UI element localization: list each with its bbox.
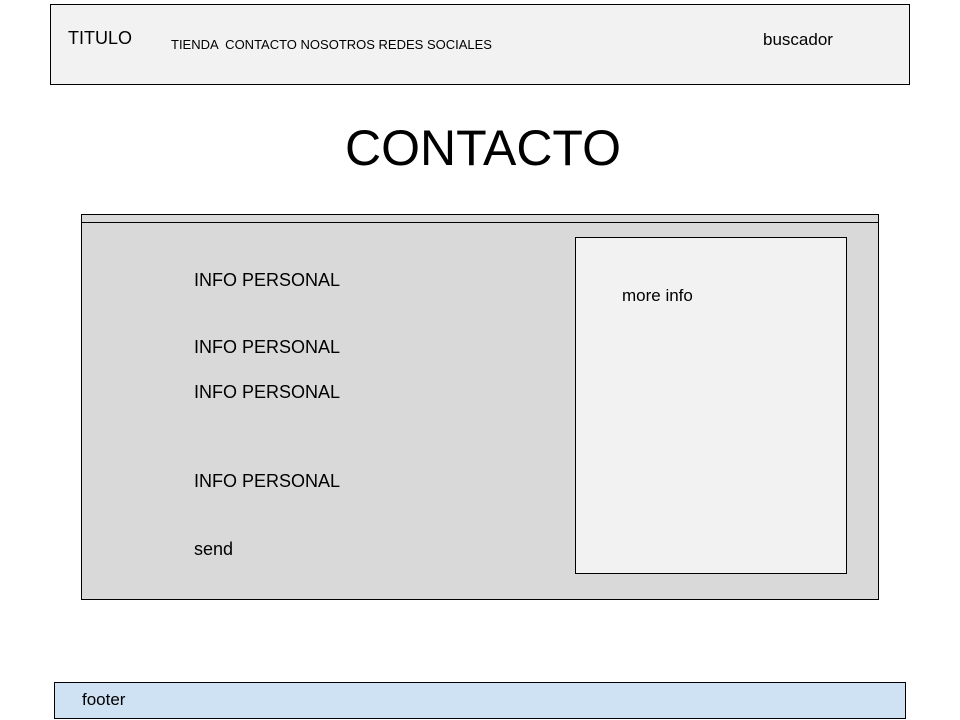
personal-info-field-4[interactable]: INFO PERSONAL [194, 470, 340, 492]
more-info-text: more info [622, 286, 693, 305]
personal-info-field-2[interactable]: INFO PERSONAL [194, 336, 340, 358]
page-title: CONTACTO [345, 120, 621, 176]
contact-panel: INFO PERSONAL INFO PERSONAL INFO PERSONA… [81, 222, 879, 600]
footer-text: footer [82, 690, 126, 709]
nav-menu[interactable]: TIENDA CONTACTO NOSOTROS REDES SOCIALES [171, 37, 492, 53]
site-title: TITULO [68, 28, 133, 48]
header-bar: TITULO TIENDA CONTACTO NOSOTROS REDES SO… [50, 4, 910, 85]
footer: footer [54, 682, 906, 719]
send-button[interactable]: send [194, 538, 233, 560]
search-box[interactable]: buscador [763, 30, 833, 50]
personal-info-field-1[interactable]: INFO PERSONAL [194, 269, 340, 291]
personal-info-field-3[interactable]: INFO PERSONAL [194, 381, 340, 403]
more-info-box: more info [575, 237, 847, 574]
